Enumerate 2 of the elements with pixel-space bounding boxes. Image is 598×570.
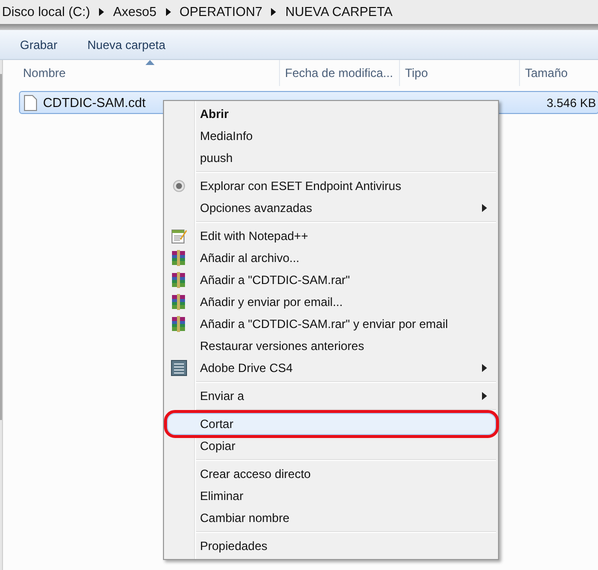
file-name: CDTDIC-SAM.cdt <box>43 94 146 112</box>
file-size: 3.546 KB <box>546 94 596 112</box>
